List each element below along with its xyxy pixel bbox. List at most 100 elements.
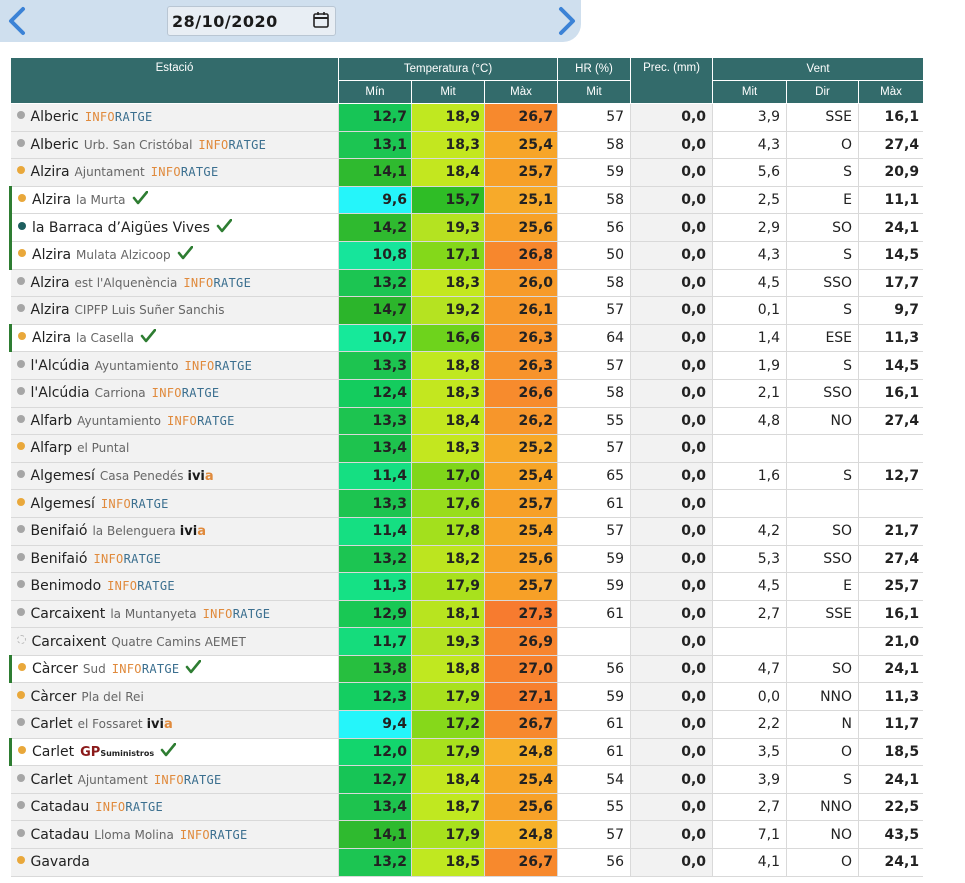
- station-name[interactable]: Catadau: [31, 827, 90, 843]
- station-cell[interactable]: Carcaixent Quatre Camins AEMET: [10, 627, 339, 656]
- station-cell[interactable]: Alzira la Casella: [9, 324, 339, 353]
- col-wind-max[interactable]: Màx: [858, 80, 925, 104]
- table-row[interactable]: Algemesí Casa Penedés ivia 11,4 17,0 25,4 65 0,…: [10, 462, 925, 491]
- station-name[interactable]: Carlet: [32, 744, 74, 760]
- station-name[interactable]: Algemesí: [31, 496, 95, 512]
- table-row[interactable]: Gavarda 13,2 18,5 26,7 56 0,0 4,1 O 24,1: [10, 848, 925, 877]
- table-row[interactable]: Càrcer Sud INFORATGE 13,8 18,8 27,0 56 0,0 4,7 SO…: [9, 655, 925, 684]
- station-status-dot-icon: [16, 111, 25, 120]
- table-row[interactable]: Carlet el Fossaret ivia 9,4 17,2 26,7 61 0,0 2,2…: [10, 710, 925, 739]
- table-row[interactable]: Alberic INFORATGE 12,7 18,9 26,7 57 0,0 3,9 SSE 1…: [10, 103, 925, 132]
- station-cell[interactable]: Catadau Lloma Molina INFORATGE: [10, 820, 339, 850]
- table-row[interactable]: Catadau INFORATGE 13,4 18,7 25,6 55 0,0 2,7 NNO 2…: [10, 793, 925, 822]
- station-name[interactable]: la Barraca d’Aigües Vives: [32, 220, 210, 236]
- station-name[interactable]: Alberic: [31, 137, 79, 153]
- col-temp-max[interactable]: Màx: [483, 80, 559, 104]
- station-name[interactable]: Catadau: [31, 799, 90, 815]
- station-cell[interactable]: Catadau INFORATGE: [10, 793, 339, 822]
- table-row[interactable]: Alzira la Casella 10,7 16,6 26,3 64 0,0 1,4 ESE 1…: [9, 324, 925, 353]
- station-name[interactable]: Càrcer: [31, 689, 77, 705]
- table-row[interactable]: Catadau Lloma Molina INFORATGE 14,1 17,9 24,8…: [10, 820, 925, 850]
- table-row[interactable]: Alfarp el Puntal 13,4 18,3 25,2 57 0,0: [10, 434, 925, 463]
- station-cell[interactable]: Carlet Ajuntament INFORATGE: [10, 765, 339, 794]
- table-row[interactable]: Alberic Urb. San Cristóbal INFORATGE 13,1 18…: [10, 131, 925, 160]
- station-cell[interactable]: Benifaió INFORATGE: [10, 545, 339, 574]
- table-row[interactable]: Alfarb Ayuntamiento INFORATGE 13,3 18,4 26,2 5…: [10, 407, 925, 436]
- station-cell[interactable]: Algemesí Casa Penedés ivia: [10, 462, 339, 491]
- station-cell[interactable]: la Barraca d’Aigües Vives: [9, 213, 339, 242]
- station-name[interactable]: Alberic: [31, 109, 79, 125]
- station-cell[interactable]: Alfarb Ayuntamiento INFORATGE: [10, 407, 339, 436]
- station-cell[interactable]: Algemesí INFORATGE: [10, 489, 339, 518]
- station-cell[interactable]: Alberic INFORATGE: [10, 103, 339, 132]
- station-name[interactable]: Gavarda: [31, 854, 90, 870]
- date-input[interactable]: 28/10/2020: [167, 6, 336, 36]
- table-row[interactable]: Benifaió INFORATGE 13,2 18,2 25,6 59 0,0 5,3 SSO…: [10, 545, 925, 574]
- station-cell[interactable]: Alfarp el Puntal: [10, 434, 339, 463]
- station-name[interactable]: Benifaió: [31, 523, 88, 539]
- station-name[interactable]: Carlet: [31, 772, 73, 788]
- table-row[interactable]: l'Alcúdia Ayuntamiento INFORATGE 13,3 18,8 26…: [10, 351, 925, 380]
- table-row[interactable]: Carcaixent la Muntanyeta INFORATGE 12,9 18,1…: [10, 600, 925, 629]
- table-row[interactable]: Algemesí INFORATGE 13,3 17,6 25,7 61 0,0: [10, 489, 925, 518]
- station-cell[interactable]: l'Alcúdia Ayuntamiento INFORATGE: [10, 351, 339, 380]
- station-cell[interactable]: Alzira CIPFP Luis Suñer Sanchis: [10, 296, 339, 325]
- table-row[interactable]: Alzira CIPFP Luis Suñer Sanchis 14,7 19,2 26…: [10, 296, 925, 325]
- station-cell[interactable]: Alberic Urb. San Cristóbal INFORATGE: [10, 131, 339, 160]
- table-row[interactable]: Alzira la Murta 9,6 15,7 25,1 58 0,0 2,5 E 11,1: [9, 186, 925, 215]
- col-hr-avg[interactable]: Mit: [557, 80, 632, 104]
- station-name[interactable]: Benifaió: [31, 551, 88, 567]
- table-row[interactable]: Càrcer Pla del Rei 12,3 17,9 27,1 59 0,0 0,0 NNO…: [10, 682, 925, 712]
- col-station[interactable]: Estació: [10, 57, 339, 104]
- station-cell[interactable]: Càrcer Pla del Rei: [10, 682, 339, 712]
- col-wind-dir[interactable]: Dir: [786, 80, 860, 104]
- col-wind-avg[interactable]: Mit: [712, 80, 788, 104]
- station-name[interactable]: Alzira: [31, 164, 70, 180]
- station-name[interactable]: Carcaixent: [32, 634, 107, 650]
- station-name[interactable]: l'Alcúdia: [31, 358, 90, 374]
- table-row[interactable]: Benifaió la Belenguera ivia 11,4 17,8 25,4 57 0…: [10, 517, 925, 546]
- station-cell[interactable]: Carlet el Fossaret ivia: [10, 710, 339, 739]
- table-row[interactable]: Alzira Mulata Alzicoop 10,8 17,1 26,8 50 0,0 4,…: [9, 241, 925, 270]
- col-precipitation[interactable]: Prec. (mm): [630, 57, 714, 104]
- col-temp-min[interactable]: Mín: [338, 80, 412, 104]
- station-cell[interactable]: Gavarda: [10, 848, 339, 877]
- station-name[interactable]: Càrcer: [32, 661, 78, 677]
- previous-day-button[interactable]: [3, 4, 33, 38]
- table-row[interactable]: Alzira Ajuntament INFORATGE 14,1 18,4 25,7 59 0…: [10, 158, 925, 187]
- station-name[interactable]: Benimodo: [31, 578, 102, 594]
- station-cell[interactable]: Alzira est l'Alquenència INFORATGE: [10, 269, 339, 298]
- wind-dir-cell: N: [786, 710, 860, 739]
- station-name[interactable]: Alfarp: [31, 440, 73, 456]
- station-name[interactable]: Alzira: [31, 302, 70, 318]
- station-cell[interactable]: Carcaixent la Muntanyeta INFORATGE: [10, 600, 339, 629]
- station-name[interactable]: l'Alcúdia: [31, 385, 90, 401]
- station-name[interactable]: Alzira: [32, 330, 71, 346]
- station-cell[interactable]: Alzira Mulata Alzicoop: [9, 241, 339, 270]
- station-cell[interactable]: l'Alcúdia Carriona INFORATGE: [10, 379, 339, 408]
- col-temp-avg[interactable]: Mit: [411, 80, 485, 104]
- station-cell[interactable]: Carlet GPSuministros: [9, 738, 339, 767]
- table-row[interactable]: l'Alcúdia Carriona INFORATGE 12,4 18,3 26,6 58…: [10, 379, 925, 408]
- station-cell[interactable]: Benifaió la Belenguera ivia: [10, 517, 339, 546]
- table-row[interactable]: Carcaixent Quatre Camins AEMET 11,7 19,3 26,…: [10, 627, 925, 656]
- calendar-icon[interactable]: [312, 11, 330, 29]
- table-row[interactable]: Alzira est l'Alquenència INFORATGE 13,2 18,3…: [10, 269, 925, 298]
- station-location: Pla del Rei: [81, 689, 144, 704]
- station-name[interactable]: Carlet: [31, 716, 73, 732]
- station-name[interactable]: Alzira: [32, 192, 71, 208]
- station-name[interactable]: Algemesí: [31, 468, 95, 484]
- station-cell[interactable]: Alzira la Murta: [9, 186, 339, 215]
- station-name[interactable]: Alfarb: [31, 413, 73, 429]
- table-row[interactable]: la Barraca d’Aigües Vives 14,2 19,3 25,6 56 0…: [9, 213, 925, 242]
- station-cell[interactable]: Benimodo INFORATGE: [10, 572, 339, 601]
- next-day-button[interactable]: [551, 4, 581, 38]
- station-name[interactable]: Alzira: [32, 247, 71, 263]
- station-cell[interactable]: Alzira Ajuntament INFORATGE: [10, 158, 339, 187]
- table-row[interactable]: Carlet Ajuntament INFORATGE 12,7 18,4 25,4 54 0…: [10, 765, 925, 794]
- table-row[interactable]: Carlet GPSuministros 12,0 17,9 24,8 61 0,0 3,5 O…: [9, 738, 925, 767]
- table-row[interactable]: Benimodo INFORATGE 11,3 17,9 25,7 59 0,0 4,5 E 25…: [10, 572, 925, 601]
- station-cell[interactable]: Càrcer Sud INFORATGE: [9, 655, 339, 684]
- station-name[interactable]: Carcaixent: [31, 606, 106, 622]
- station-name[interactable]: Alzira: [31, 275, 70, 291]
